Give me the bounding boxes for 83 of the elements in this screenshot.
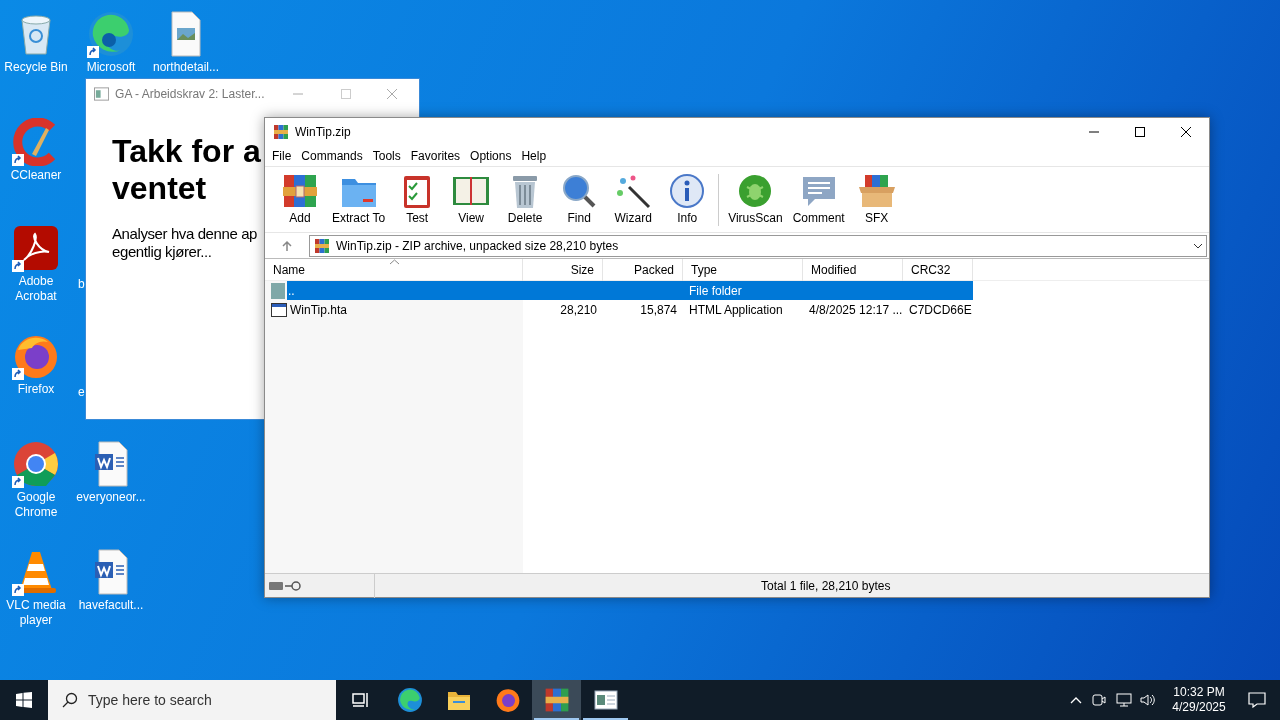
shortcut-arrow-icon: [12, 368, 24, 380]
desktop-icon-label[interactable]: Google Chrome: [0, 490, 73, 520]
toolbar-button[interactable]: VirusScan: [723, 172, 788, 227]
sort-caret-icon: [390, 259, 399, 265]
desktop-icon[interactable]: [12, 440, 60, 488]
key-icon[interactable]: [285, 580, 301, 591]
table-cell-text: 28,210: [560, 301, 597, 319]
search-icon: [62, 692, 78, 708]
folder-icon: [446, 689, 471, 711]
toolbar-button[interactable]: Test: [390, 172, 445, 227]
network-icon[interactable]: [1116, 693, 1132, 707]
archive-books-icon: [280, 172, 320, 209]
browser-icon: [87, 10, 135, 58]
file-row[interactable]: WinTip.hta 28,210 15,874 HTML Application 4/8/2025 12:17 ... C7DCD66E: [265, 300, 1209, 319]
window-title: WinTip.zip: [295, 124, 351, 141]
desktop-icon[interactable]: [12, 224, 60, 272]
table-cell-text: 4/8/2025 12:17 ...: [809, 301, 903, 319]
status-text: Total 1 file, 28,210 bytes: [761, 577, 891, 595]
clock-date[interactable]: 4/29/2025: [1172, 700, 1226, 715]
shortcut-arrow-icon: [87, 46, 99, 58]
camera-icon[interactable]: [1092, 693, 1106, 707]
shortcut-arrow-icon: [12, 260, 24, 272]
box-icon: [856, 172, 897, 209]
heading-line: ventet: [112, 170, 207, 207]
notifications-icon[interactable]: [1248, 692, 1266, 708]
window-title: GA - Arbeidskrav 2: Laster...: [115, 86, 265, 103]
clock-time[interactable]: 10:32 PM: [1173, 685, 1225, 700]
toolbar-button[interactable]: Find: [552, 172, 607, 227]
desktop-icon-label[interactable]: everyoneor...: [76, 490, 146, 505]
toolbar-button[interactable]: Info: [660, 172, 715, 227]
desktop-icon-label[interactable]: Adobe Acrobat: [0, 274, 73, 304]
desktop-icon-label[interactable]: Recycle Bin: [4, 60, 68, 75]
desktop-icon[interactable]: [87, 10, 135, 58]
archive-icon: [543, 687, 570, 713]
menu-item[interactable]: Options: [465, 147, 517, 165]
menu-item[interactable]: Help: [516, 147, 552, 165]
toolbar-button[interactable]: Add: [273, 172, 327, 227]
desktop-icon-label: e: [78, 384, 85, 401]
table-cell-text: HTML Application: [689, 301, 783, 319]
desktop-icon-label[interactable]: CCleaner: [10, 168, 62, 183]
desktop-icon-label[interactable]: VLC media player: [0, 598, 73, 628]
drive-icon[interactable]: [269, 581, 283, 590]
toolbar-button[interactable]: Extract To: [327, 172, 391, 227]
shortcut-arrow-icon: [12, 584, 24, 596]
heading-line: Takk for a: [112, 133, 261, 170]
toolbar-button[interactable]: SFX: [849, 172, 904, 227]
file-row[interactable]: .. File folder: [265, 281, 1209, 300]
toolbar-button[interactable]: Delete: [498, 172, 553, 227]
pdf-app-icon: [12, 224, 60, 272]
task-view-icon: [350, 690, 371, 710]
table-cell-text: 15,874: [640, 301, 677, 319]
speaker-icon[interactable]: [1140, 693, 1156, 707]
archive-icon: [273, 124, 289, 140]
archive-icon: [314, 237, 330, 254]
app-window-icon: [593, 690, 618, 710]
browser-icon: [396, 687, 423, 713]
table-cell: ..: [287, 281, 523, 300]
search-field[interactable]: Type here to search: [48, 680, 336, 720]
menu-item[interactable]: Favorites: [405, 147, 466, 165]
shortcut-arrow-icon: [12, 476, 24, 488]
text-line: Analyser hva denne ap: [112, 225, 258, 243]
table-cell-text: C7DCD66E: [909, 301, 972, 319]
chevron-up-icon[interactable]: [1070, 696, 1082, 704]
toolbar-button[interactable]: Comment: [787, 172, 850, 227]
toolbar-button[interactable]: Wizard: [606, 172, 661, 227]
desktop-icon-label[interactable]: northdetail...: [152, 60, 219, 75]
desktop-icon-label: b: [78, 276, 85, 293]
shortcut-arrow-icon: [12, 154, 24, 166]
menu-item[interactable]: File: [267, 147, 297, 165]
desktop-icon-label[interactable]: Microsoft: [86, 60, 136, 75]
firefox-icon: [494, 687, 521, 713]
text-line: egentlig kjører...: [112, 243, 212, 261]
toolbar-button[interactable]: View: [444, 172, 499, 227]
menu-item[interactable]: Commands: [296, 147, 368, 165]
table-cell-text: WinTip.hta: [289, 301, 348, 319]
desktop-icon-label[interactable]: Firefox: [17, 382, 55, 397]
table-cell-text: File folder: [689, 282, 742, 300]
address-field[interactable]: WinTip.zip - ZIP archive, unpacked size 28,210 bytes: [309, 234, 1207, 257]
menu-item[interactable]: Tools: [367, 147, 406, 165]
desktop-icon-label[interactable]: havefacult...: [78, 598, 144, 613]
app-window-icon: [94, 87, 110, 101]
app-window-icon: [271, 302, 287, 317]
chrome-icon: [12, 440, 60, 488]
